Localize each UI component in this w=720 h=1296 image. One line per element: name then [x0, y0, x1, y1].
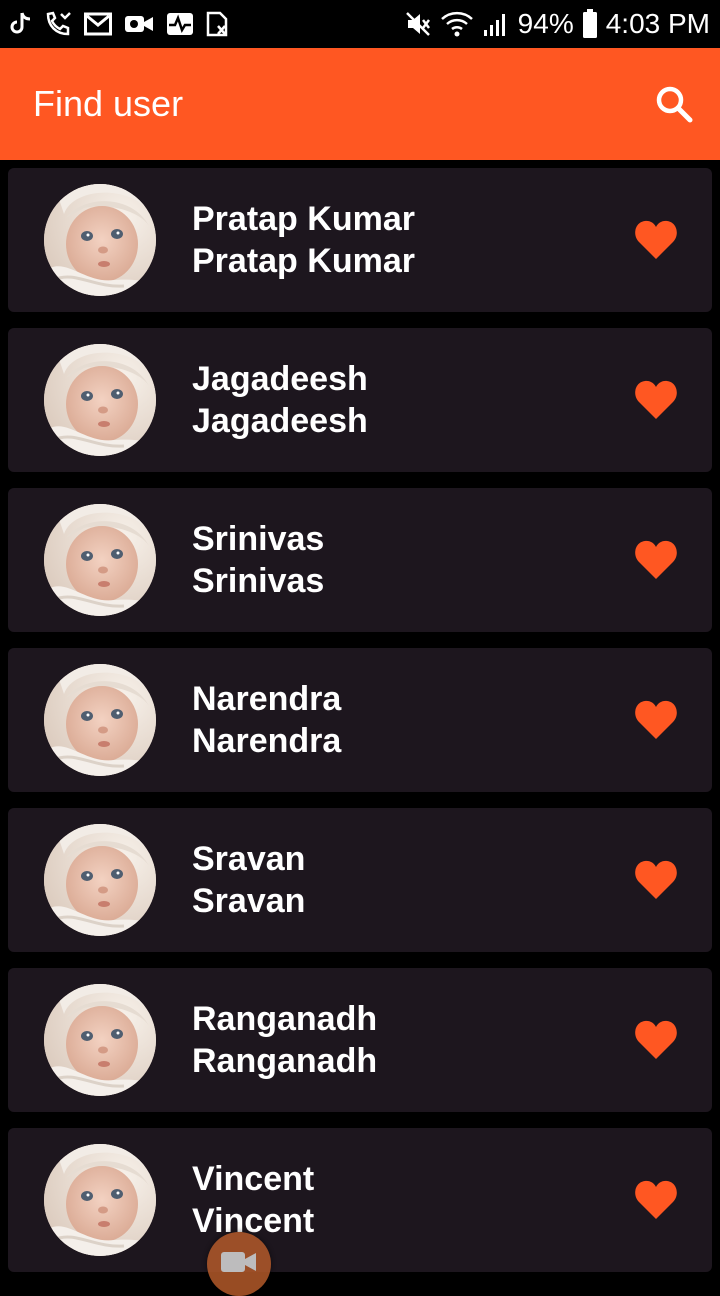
user-card[interactable]: Jagadeesh Jagadeesh — [8, 328, 712, 472]
search-button[interactable] — [654, 84, 694, 124]
avatar[interactable] — [44, 504, 156, 616]
search-icon — [656, 86, 693, 123]
signal-icon — [483, 14, 505, 36]
heart-icon — [635, 860, 677, 899]
system-icons: 94% 4:03 PM — [404, 6, 710, 42]
user-subtitle: Pratap Kumar — [192, 242, 415, 280]
user-subtitle: Sravan — [192, 882, 306, 920]
heart-icon — [635, 220, 677, 259]
favorite-button[interactable] — [634, 379, 678, 421]
status-bar: 94% 4:03 PM — [0, 0, 720, 48]
favorite-button[interactable] — [634, 1179, 678, 1221]
favorite-button[interactable] — [634, 219, 678, 261]
video-call-button[interactable] — [207, 1232, 271, 1296]
user-name: Narendra — [192, 680, 342, 718]
avatar[interactable] — [44, 664, 156, 776]
user-subtitle: Ranganadh — [192, 1042, 378, 1080]
app-bar: Find user — [0, 48, 720, 160]
user-list[interactable]: Pratap Kumar Pratap Kumar Jagadeesh Jaga… — [0, 160, 720, 1280]
video-camera-icon — [125, 16, 153, 32]
user-name: Srinivas — [192, 520, 325, 558]
sim-icon — [206, 11, 228, 37]
user-card[interactable]: Narendra Narendra — [8, 648, 712, 792]
video-camera-icon — [221, 1252, 256, 1272]
user-card[interactable]: Srinivas Srinivas — [8, 488, 712, 632]
favorite-button[interactable] — [634, 699, 678, 741]
heart-icon — [635, 540, 677, 579]
gmail-icon — [84, 12, 112, 36]
tiktok-icon — [10, 12, 31, 34]
heart-icon — [635, 1180, 677, 1219]
notification-icons — [10, 10, 230, 38]
user-card[interactable]: Vincent Vincent — [8, 1128, 712, 1272]
avatar[interactable] — [44, 344, 156, 456]
avatar[interactable] — [44, 1144, 156, 1256]
heart-icon — [635, 1020, 677, 1059]
user-name: Sravan — [192, 840, 306, 878]
clock: 4:03 PM — [605, 8, 710, 39]
user-name: Pratap Kumar — [192, 200, 415, 238]
heart-icon — [635, 380, 677, 419]
user-subtitle: Narendra — [192, 722, 342, 760]
mute-icon — [405, 12, 430, 36]
heart-icon — [635, 700, 677, 739]
favorite-button[interactable] — [634, 859, 678, 901]
user-subtitle: Srinivas — [192, 562, 325, 600]
favorite-button[interactable] — [634, 1019, 678, 1061]
avatar[interactable] — [44, 824, 156, 936]
user-subtitle: Jagadeesh — [192, 402, 368, 440]
user-card[interactable]: Pratap Kumar Pratap Kumar — [8, 168, 712, 312]
activity-icon — [167, 13, 193, 35]
page-title: Find user — [33, 83, 184, 124]
battery-percentage: 94% — [517, 8, 574, 39]
missed-call-icon — [46, 11, 71, 36]
avatar[interactable] — [44, 184, 156, 296]
user-name: Vincent — [192, 1160, 315, 1198]
wifi-icon — [440, 11, 473, 37]
user-card[interactable]: Sravan Sravan — [8, 808, 712, 952]
user-name: Ranganadh — [192, 1000, 378, 1038]
user-card[interactable]: Ranganadh Ranganadh — [8, 968, 712, 1112]
battery-icon — [582, 9, 597, 38]
favorite-button[interactable] — [634, 539, 678, 581]
user-name: Jagadeesh — [192, 360, 368, 398]
avatar[interactable] — [44, 984, 156, 1096]
